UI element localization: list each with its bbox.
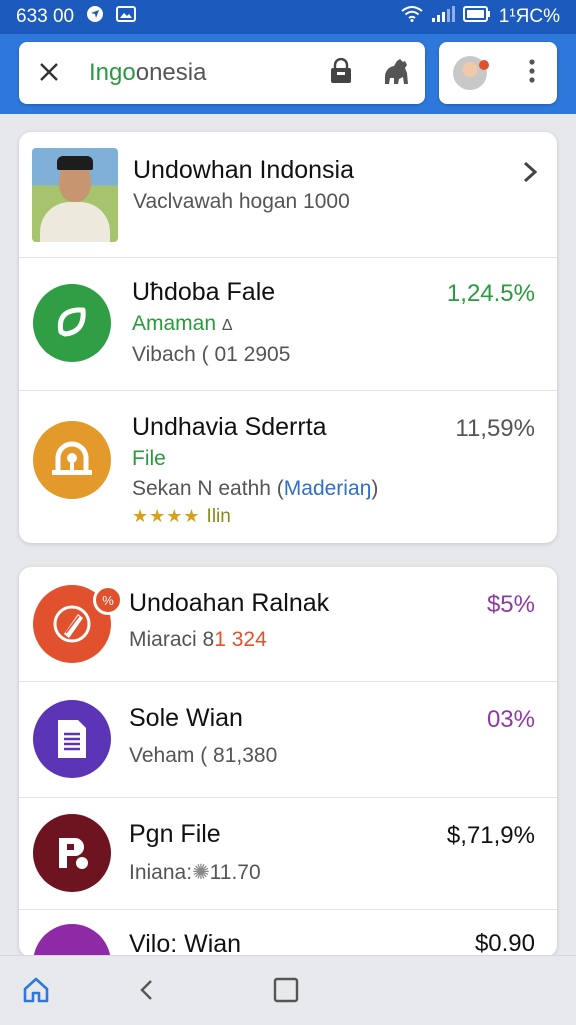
- item-title: Pgn File: [129, 820, 221, 848]
- search-query-rest: onesia: [135, 59, 207, 86]
- item-value: $0.90: [474, 930, 535, 957]
- status-time: 633 00: [16, 6, 75, 27]
- search-input[interactable]: Ingoonesia: [89, 59, 206, 87]
- item-detail: Miaraci 81 324: [129, 628, 267, 651]
- status-bar: 633 00 1¹ЯC%: [0, 0, 576, 34]
- results-card-secondary: % Undoahan Ralnak Miaraci 81 324 $5% Sol…: [19, 567, 557, 957]
- item-value: 1,24.5%: [446, 280, 535, 307]
- recent-apps-icon[interactable]: [268, 972, 304, 1008]
- item-title: Undhavia Sderrta: [132, 413, 327, 441]
- r-logo-icon: [33, 814, 111, 892]
- item-detail: Iniana:✺11.70: [129, 861, 261, 884]
- item-value: 03%: [486, 706, 535, 733]
- app-icon: [33, 924, 111, 957]
- back-icon[interactable]: [129, 972, 165, 1008]
- star-rating-icon: ★★★★: [132, 506, 201, 526]
- badge-percent: %: [93, 585, 123, 615]
- featured-subtitle: Vaclvawah hogan 1000: [133, 190, 350, 213]
- leaf-icon: [33, 284, 111, 362]
- navigation-bar: [0, 955, 576, 1025]
- profile-menu-bar: [439, 42, 557, 104]
- search-bar[interactable]: Ingoonesia: [19, 42, 425, 104]
- lock-icon[interactable]: [329, 57, 353, 89]
- list-item[interactable]: Pgn File Iniana:✺11.70 $,71,9%: [19, 798, 557, 910]
- item-detail: Sekan N eathh (Maderiaŋ): [132, 477, 379, 500]
- gear-icon: ✺: [192, 861, 210, 884]
- rating: ★★★★ Ilin: [132, 506, 231, 528]
- item-title: Sole Wian: [129, 704, 243, 732]
- cloud-upload-icon: [33, 421, 111, 499]
- item-title: Undoahan Ralnak: [129, 589, 330, 617]
- home-icon[interactable]: [18, 972, 54, 1008]
- pencil-icon: %: [33, 585, 123, 663]
- item-value: 11,59%: [455, 415, 535, 442]
- wifi-icon: [401, 6, 423, 28]
- item-title: Uћdoba Fale: [132, 278, 276, 306]
- more-options-icon[interactable]: [529, 58, 535, 88]
- item-tag: Amaman Δ: [132, 312, 233, 335]
- item-detail: Vibach ( 01 2905: [132, 343, 291, 366]
- location-icon: [86, 5, 104, 29]
- list-item[interactable]: Uћdoba Fale Amaman Δ Vibach ( 01 2905 1,…: [19, 258, 557, 391]
- tag-icon: Δ: [221, 317, 233, 334]
- item-detail: Veham ( 81,380: [129, 744, 278, 767]
- item-link[interactable]: Maderiaŋ: [284, 477, 372, 500]
- item-value: $5%: [486, 591, 535, 618]
- battery-icon: [462, 6, 491, 28]
- featured-title: Undowhan Indonsia: [133, 156, 354, 184]
- featured-photo: [32, 148, 118, 242]
- list-item[interactable]: Sole Wian Veham ( 81,380 03%: [19, 682, 557, 798]
- list-item[interactable]: % Undoahan Ralnak Miaraci 81 324 $5%: [19, 567, 557, 682]
- document-icon: [33, 700, 111, 778]
- item-title: Vilo: Wian: [129, 930, 242, 957]
- item-value: $,71,9%: [446, 822, 535, 849]
- item-tag: File: [132, 447, 166, 470]
- close-icon[interactable]: [39, 58, 67, 89]
- list-item[interactable]: Undhavia Sderrta File Sekan N eathh (Mad…: [19, 391, 557, 543]
- search-query-highlight: Ingo: [89, 59, 136, 86]
- chevron-right-icon[interactable]: [523, 158, 538, 190]
- battery-percent: 1¹ЯC%: [498, 6, 560, 27]
- gallery-icon: [116, 6, 137, 28]
- animal-icon[interactable]: [381, 57, 411, 90]
- results-card-primary: Undowhan Indonsia Vaclvawah hogan 1000 U…: [19, 132, 557, 543]
- rating-text: Ilin: [206, 506, 231, 527]
- signal-icon: [431, 5, 455, 29]
- featured-result[interactable]: Undowhan Indonsia Vaclvawah hogan 1000: [19, 132, 557, 258]
- avatar[interactable]: [453, 56, 489, 90]
- list-item[interactable]: Vilo: Wian $0.90: [19, 910, 557, 957]
